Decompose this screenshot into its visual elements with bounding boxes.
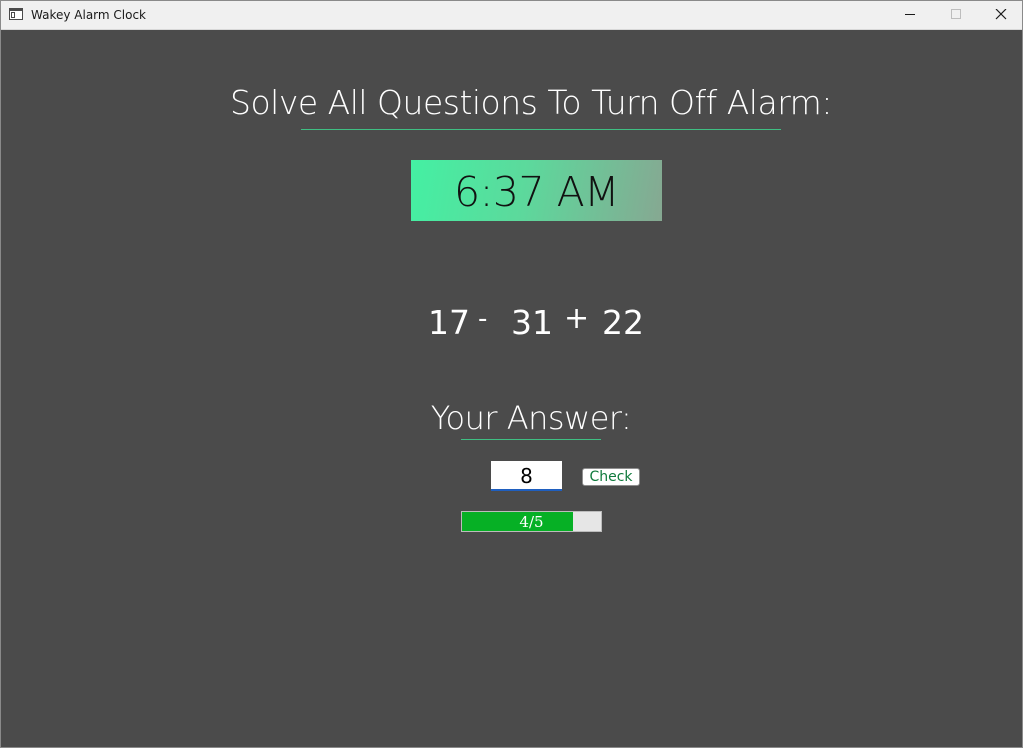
question-operand-1: 17 [428, 303, 470, 342]
close-button[interactable] [978, 1, 1022, 29]
app-window-icon [9, 8, 23, 20]
minimize-button[interactable] [887, 1, 933, 29]
clock-display: 6:37 AM [411, 160, 662, 221]
question-operator-1: - [478, 304, 488, 334]
app-window: Wakey Alarm Clock Solve All Questions To… [0, 0, 1023, 748]
check-button[interactable]: Check [582, 468, 640, 486]
math-question: 17 - 31 + 22 [425, 301, 645, 345]
close-icon [995, 9, 1007, 20]
answer-input[interactable] [491, 461, 562, 491]
clock-time: 6:37 AM [453, 168, 620, 216]
maximize-button[interactable] [933, 1, 979, 29]
question-operator-2: + [564, 301, 590, 336]
progress-label: 4/5 [519, 513, 544, 531]
maximize-icon [951, 9, 961, 19]
minimize-icon [905, 14, 915, 15]
progress-bar: 4/5 [461, 511, 602, 532]
title-bar[interactable]: Wakey Alarm Clock [1, 1, 1022, 30]
heading-underline [301, 129, 781, 130]
answer-underline [461, 439, 601, 440]
window-title: Wakey Alarm Clock [31, 8, 146, 22]
page-heading: Solve All Questions To Turn Off Alarm: [230, 83, 832, 122]
question-operand-3: 22 [602, 303, 644, 342]
answer-label: Your Answer: [430, 399, 632, 437]
question-operand-2: 31 [511, 303, 553, 342]
